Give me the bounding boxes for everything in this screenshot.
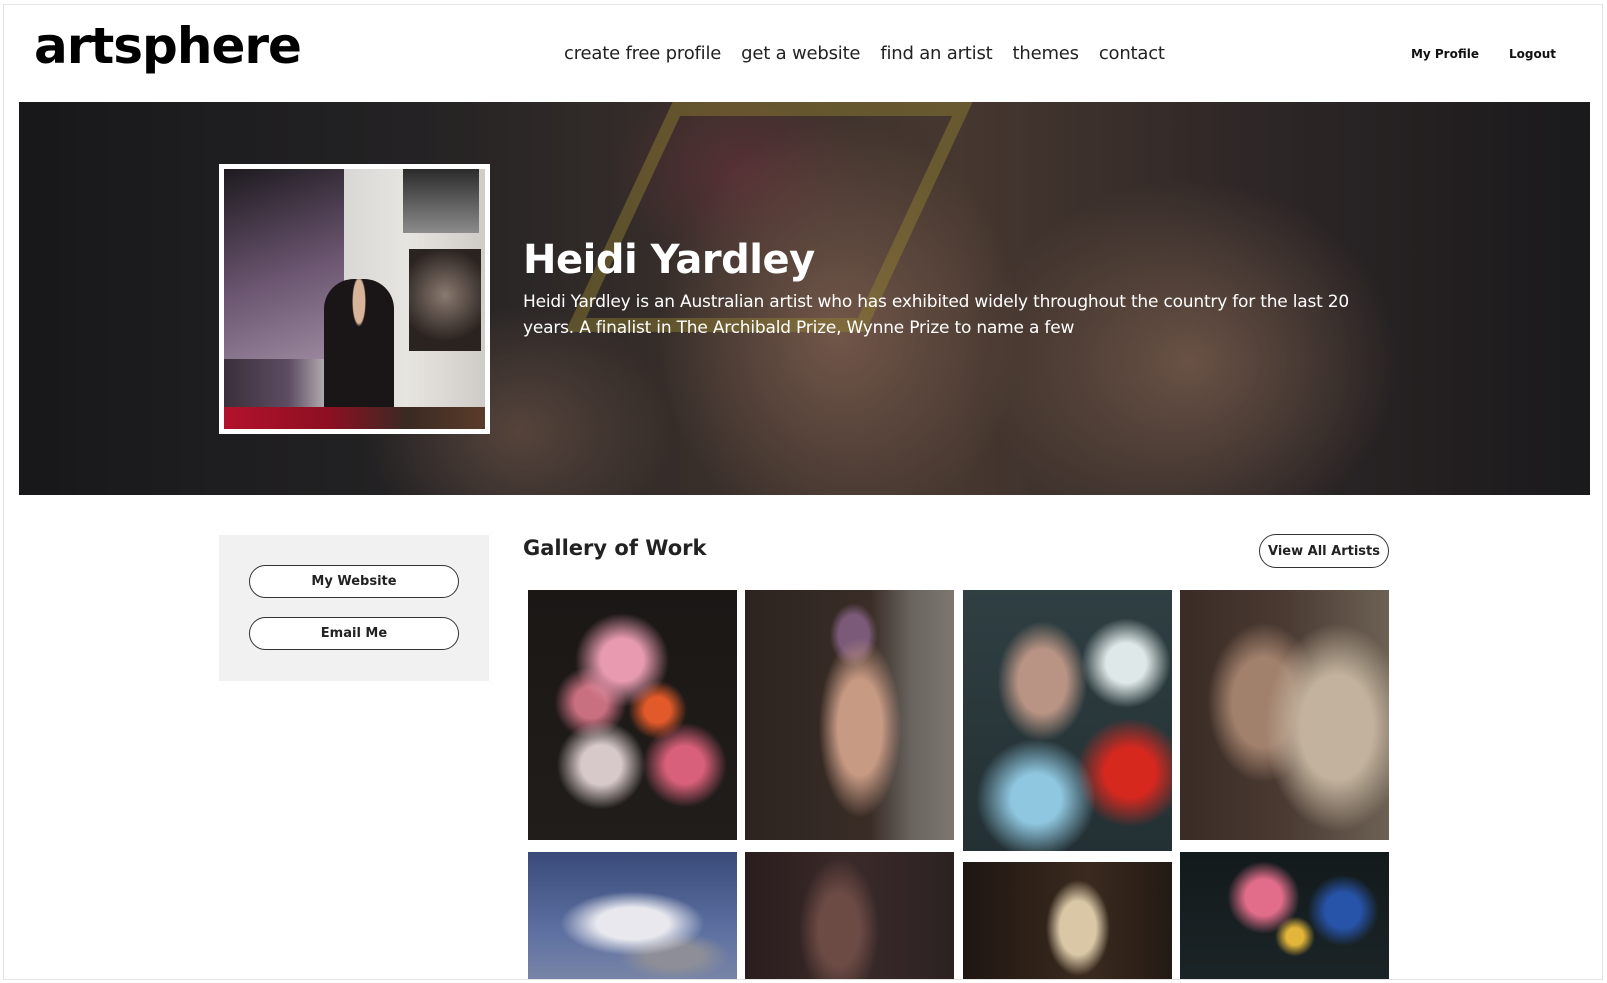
gallery-item[interactable] [528, 852, 737, 979]
page: artsphere create free profile get a webs… [3, 4, 1603, 980]
portrait-floor [224, 407, 485, 429]
portrait-painting-top-right [403, 169, 479, 233]
site-logo[interactable]: artsphere [34, 17, 302, 75]
email-me-button[interactable]: Email Me [249, 617, 459, 650]
my-website-button[interactable]: My Website [249, 565, 459, 598]
hero-text: Heidi Yardley Heidi Yardley is an Austra… [523, 237, 1383, 341]
site-header: artsphere create free profile get a webs… [4, 5, 1602, 101]
nav-get-a-website[interactable]: get a website [741, 43, 860, 64]
portrait-painting-right [409, 249, 481, 351]
gallery-title: Gallery of Work [523, 536, 707, 560]
nav-themes[interactable]: themes [1013, 43, 1080, 64]
account-links: My Profile Logout [1411, 47, 1556, 61]
nav-create-free-profile[interactable]: create free profile [564, 43, 721, 64]
gallery-item[interactable] [1180, 590, 1389, 840]
gallery-item[interactable] [963, 862, 1172, 979]
gallery-item[interactable] [745, 852, 954, 979]
artist-portrait [219, 164, 490, 434]
gallery-item[interactable] [1180, 852, 1389, 979]
gallery-item[interactable] [745, 590, 954, 840]
my-profile-link[interactable]: My Profile [1411, 47, 1479, 61]
view-all-artists-button[interactable]: View All Artists [1259, 534, 1389, 568]
nav-find-an-artist[interactable]: find an artist [880, 43, 992, 64]
main-nav: create free profile get a website find a… [564, 43, 1165, 64]
contact-sidebar: My Website Email Me [219, 535, 489, 681]
logout-link[interactable]: Logout [1509, 47, 1556, 61]
nav-contact[interactable]: contact [1099, 43, 1165, 64]
profile-hero: Heidi Yardley Heidi Yardley is an Austra… [19, 102, 1590, 495]
gallery-item[interactable] [963, 590, 1172, 851]
gallery-item[interactable] [528, 590, 737, 840]
artist-bio: Heidi Yardley is an Australian artist wh… [523, 292, 1350, 338]
artist-name: Heidi Yardley [523, 237, 815, 283]
